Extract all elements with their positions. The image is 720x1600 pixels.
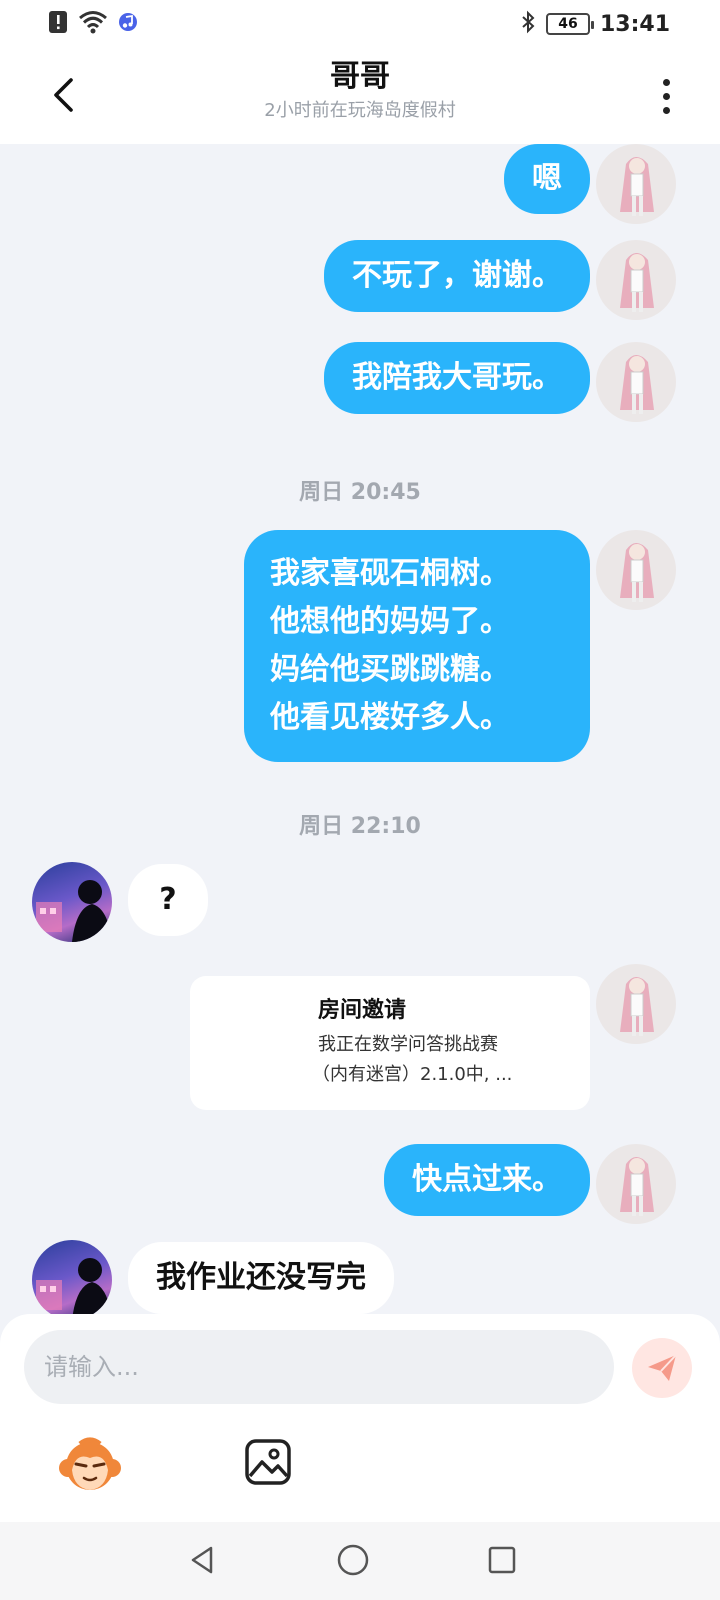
more-dot-icon: [662, 78, 670, 86]
message-input[interactable]: [24, 1330, 614, 1404]
status-left-icons: [48, 10, 138, 38]
status-right-icons: 46 13:41: [520, 10, 670, 38]
chat-screen: 46 13:41 哥哥 2小时前在玩海岛度假村 嗯 不玩了，谢谢。 我陪我大哥玩…: [0, 0, 720, 1600]
timestamp-divider: 周日 22:10: [299, 814, 421, 839]
contact-status: 2小时前在玩海岛度假村: [264, 100, 456, 121]
my-avatar[interactable]: [596, 144, 676, 224]
nav-home-button[interactable]: [333, 1540, 373, 1580]
monkey-face-icon: [59, 1437, 121, 1490]
contact-avatar[interactable]: [32, 862, 112, 942]
chat-header: 哥哥 2小时前在玩海岛度假村: [0, 48, 720, 144]
status-time: 13:41: [599, 11, 670, 37]
anime-girl-avatar-icon: [620, 977, 654, 1036]
my-avatar[interactable]: [596, 964, 676, 1044]
invite-body: 我正在数学问答挑战赛: [318, 1034, 498, 1055]
invite-title: 房间邀请: [318, 998, 407, 1023]
message-bubble-outgoing[interactable]: 快点过来。: [384, 1144, 590, 1216]
my-avatar[interactable]: [596, 530, 676, 610]
wifi-icon: [78, 10, 108, 38]
my-avatar[interactable]: [596, 1144, 676, 1224]
anime-girl-avatar-icon: [620, 157, 654, 216]
input-panel: [0, 1314, 720, 1522]
circle-home-icon: [337, 1544, 369, 1576]
message-bubble-incoming[interactable]: 我作业还没写完: [128, 1242, 394, 1314]
sticker-button[interactable]: [58, 1434, 122, 1498]
message-bubble-outgoing[interactable]: 嗯: [504, 144, 590, 214]
music-app-icon: [118, 12, 138, 36]
message-line: 他看见楼好多人。: [270, 700, 510, 735]
contact-avatar[interactable]: [32, 1240, 112, 1314]
more-dot-icon: [662, 106, 670, 114]
more-dot-icon: [662, 92, 670, 100]
message-list[interactable]: 嗯 不玩了，谢谢。 我陪我大哥玩。 周日 20:45 我家喜砚石桐树。 他想他的…: [0, 144, 720, 1314]
message-bubble-outgoing[interactable]: 我陪我大哥玩。: [324, 342, 590, 414]
room-invite-card[interactable]: 房间邀请 我正在数学问答挑战赛 （内有迷宫）2.1.0中, ...: [190, 976, 590, 1110]
battery-icon: 46: [545, 13, 594, 35]
alert-icon: [48, 10, 68, 38]
contact-name: 哥哥: [330, 59, 390, 94]
status-bar: 46 13:41: [0, 0, 720, 48]
my-avatar[interactable]: [596, 240, 676, 320]
message-bubble-outgoing[interactable]: 不玩了，谢谢。: [324, 240, 590, 312]
message-bubble-outgoing[interactable]: 我家喜砚石桐树。 他想他的妈妈了。 妈给他买跳跳糖。 他看见楼好多人。: [244, 530, 590, 762]
anime-girl-avatar-icon: [620, 253, 654, 312]
message-line: 妈给他买跳跳糖。: [270, 652, 510, 687]
anime-girl-avatar-icon: [620, 543, 654, 602]
silhouette-avatar-icon: [36, 880, 112, 942]
anime-girl-avatar-icon: [620, 1157, 654, 1216]
system-nav-bar: [0, 1522, 720, 1600]
bluetooth-icon: [520, 10, 536, 38]
message-line: 他想他的妈妈了。: [270, 604, 510, 639]
invite-body: （内有迷宫）2.1.0中, ...: [312, 1064, 513, 1085]
square-recents-icon: [488, 1546, 516, 1574]
header-title-block: 哥哥 2小时前在玩海岛度假村: [0, 56, 720, 124]
nav-recents-button[interactable]: [482, 1540, 522, 1580]
more-options-button[interactable]: [652, 72, 680, 120]
triangle-back-icon: [191, 1546, 213, 1574]
timestamp-divider: 周日 20:45: [299, 480, 421, 505]
message-bubble-incoming[interactable]: ?: [128, 864, 208, 936]
nav-back-button[interactable]: [183, 1540, 223, 1580]
anime-girl-avatar-icon: [620, 355, 654, 414]
my-avatar[interactable]: [596, 342, 676, 422]
image-icon: [245, 1439, 291, 1485]
send-button[interactable]: [632, 1338, 692, 1398]
paper-plane-icon: [648, 1354, 677, 1381]
silhouette-avatar-icon: [36, 1258, 112, 1314]
message-line: 我家喜砚石桐树。: [270, 556, 510, 591]
image-picker-button[interactable]: [244, 1438, 294, 1488]
